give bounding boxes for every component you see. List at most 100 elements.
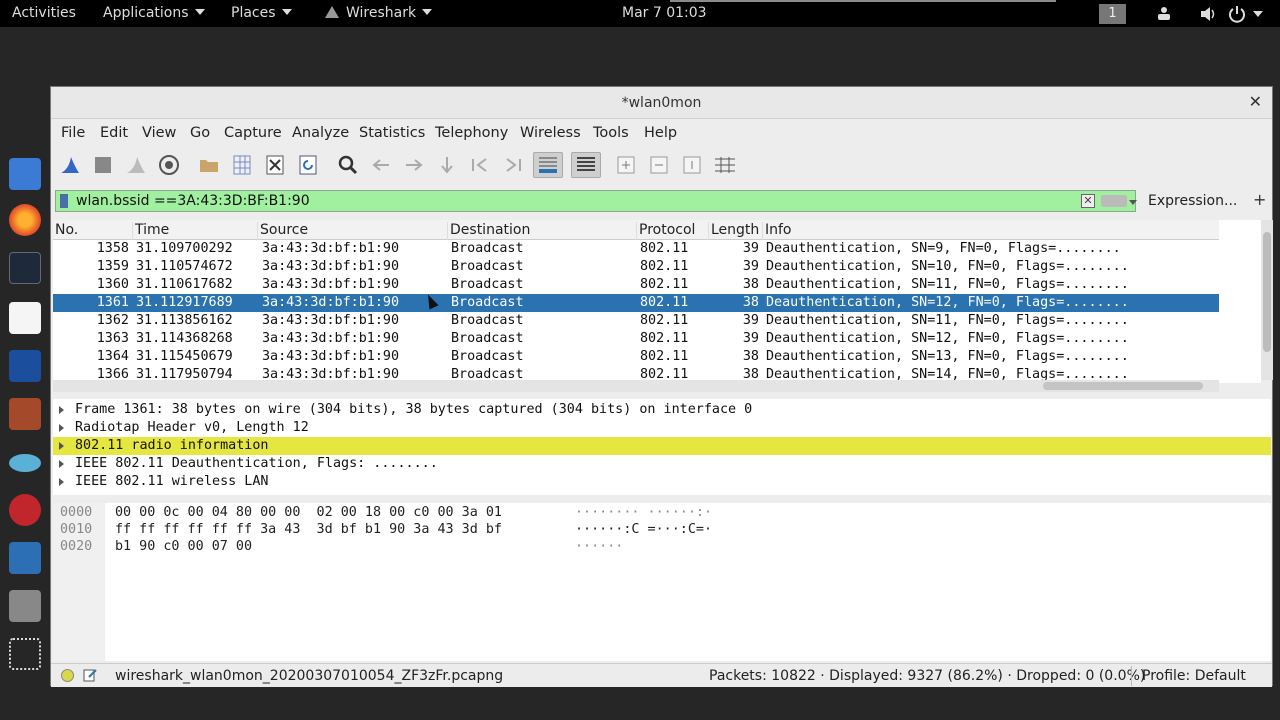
cell-protocol: 802.11 xyxy=(640,349,689,364)
menu-help[interactable]: Help xyxy=(644,125,677,141)
menu-tools[interactable]: Tools xyxy=(593,125,629,141)
go-back-button[interactable] xyxy=(368,152,394,178)
column-length[interactable]: Length xyxy=(709,222,763,240)
column-no[interactable]: No. xyxy=(53,222,133,240)
column-destination[interactable]: Destination xyxy=(448,222,637,240)
reload-button[interactable] xyxy=(295,152,321,178)
colorize-button[interactable] xyxy=(571,152,601,178)
app-grid-icon[interactable] xyxy=(9,638,41,670)
accessibility-icon[interactable] xyxy=(1154,6,1174,22)
capture-comment-icon[interactable] xyxy=(83,668,97,682)
first-packet-button[interactable] xyxy=(467,152,493,178)
burpsuite-icon[interactable] xyxy=(9,398,41,430)
expand-arrow-icon[interactable] xyxy=(59,478,64,486)
text-editor-icon[interactable] xyxy=(9,302,41,334)
resize-columns-button[interactable] xyxy=(712,152,738,178)
title-bar[interactable]: *wlan0mon ✕ xyxy=(51,87,1272,119)
wireshark-icon[interactable] xyxy=(9,542,41,574)
filter-history-chevron-icon[interactable] xyxy=(1128,199,1138,207)
apply-filter-icon[interactable] xyxy=(1101,195,1127,207)
zoom-out-button[interactable] xyxy=(646,152,672,178)
column-source[interactable]: Source xyxy=(258,222,448,240)
places-label: Places xyxy=(231,5,276,21)
places-menu[interactable]: Places xyxy=(231,5,292,21)
scroll-thumb[interactable] xyxy=(1043,382,1203,390)
cell-info: Deauthentication, SN=11, FN=0, Flags=...… xyxy=(766,277,1129,292)
menu-file[interactable]: File xyxy=(61,125,85,141)
table-row[interactable]: 1358 31.109700292 3a:43:3d:bf:b1:90 Broadca… xyxy=(53,240,1219,258)
menu-capture[interactable]: Capture xyxy=(224,125,282,141)
close-button[interactable]: ✕ xyxy=(1249,92,1262,111)
restart-capture-button[interactable] xyxy=(123,152,149,178)
menu-analyze[interactable]: Analyze xyxy=(292,125,349,141)
table-row[interactable]: 1362 31.113856162 3a:43:3d:bf:b1:90 Broadca… xyxy=(53,312,1219,330)
applications-menu[interactable]: Applications xyxy=(103,5,205,21)
save-file-button[interactable] xyxy=(229,152,255,178)
menu-statistics[interactable]: Statistics xyxy=(359,125,425,141)
expression-button[interactable]: Expression... xyxy=(1148,193,1237,209)
stop-capture-button[interactable] xyxy=(90,152,116,178)
column-protocol[interactable]: Protocol xyxy=(637,222,709,240)
app-menu[interactable]: Wireshark xyxy=(324,5,433,21)
last-packet-button[interactable] xyxy=(500,152,526,178)
eye-icon[interactable] xyxy=(9,454,41,472)
start-capture-button[interactable] xyxy=(57,152,83,178)
add-filter-button[interactable]: + xyxy=(1253,190,1266,209)
power-icon[interactable] xyxy=(1228,5,1246,23)
activities-button[interactable]: Activities xyxy=(12,5,76,21)
files-icon[interactable] xyxy=(9,158,41,190)
table-row[interactable]: 1360 31.110617682 3a:43:3d:bf:b1:90 Broadca… xyxy=(53,276,1219,294)
zoom-in-button[interactable] xyxy=(613,152,639,178)
packet-list-vscrollbar[interactable] xyxy=(1261,220,1273,380)
packet-bytes-pane[interactable]: 0000 00 00 0c 00 04 80 00 00 02 00 18 00… xyxy=(53,503,1271,661)
byte-ascii: ······ xyxy=(575,539,624,554)
trash-icon[interactable] xyxy=(9,590,41,622)
expert-info-led-icon[interactable] xyxy=(61,669,74,682)
go-forward-button[interactable] xyxy=(401,152,427,178)
display-filter-input[interactable]: wlan.bssid ==3A:43:3D:BF:B1:90 ✕ xyxy=(55,190,1136,212)
normal-size-button[interactable] xyxy=(679,152,705,178)
open-file-button[interactable] xyxy=(196,152,222,178)
cell-source: 3a:43:3d:bf:b1:90 xyxy=(262,295,400,310)
clock[interactable]: Mar 7 01:03 xyxy=(622,5,707,21)
terminal-icon[interactable] xyxy=(9,252,41,284)
volume-icon[interactable] xyxy=(1199,5,1217,23)
table-row[interactable]: 1363 31.114368268 3a:43:3d:bf:b1:90 Broadca… xyxy=(53,330,1219,348)
table-row[interactable]: 1359 31.110574672 3a:43:3d:bf:b1:90 Broadca… xyxy=(53,258,1219,276)
table-row[interactable]: 1364 31.115450679 3a:43:3d:bf:b1:90 Broadca… xyxy=(53,348,1219,366)
column-info[interactable]: Info xyxy=(763,222,1219,240)
chevron-down-icon[interactable] xyxy=(1253,11,1263,17)
find-packet-button[interactable] xyxy=(335,152,361,178)
tree-item-wlan[interactable]: IEEE 802.11 wireless LAN xyxy=(53,473,1271,491)
cell-info: Deauthentication, SN=10, FN=0, Flags=...… xyxy=(766,259,1129,274)
expand-arrow-icon[interactable] xyxy=(59,460,64,468)
tree-item-frame[interactable]: Frame 1361: 38 bytes on wire (304 bits),… xyxy=(53,401,1271,419)
autoscroll-button[interactable] xyxy=(533,152,563,178)
menu-telephony[interactable]: Telephony xyxy=(435,125,508,141)
workspace-indicator[interactable]: 1 xyxy=(1099,4,1126,24)
profile-label[interactable]: Profile: Default xyxy=(1142,668,1246,684)
expand-arrow-icon[interactable] xyxy=(59,406,64,414)
expand-arrow-icon[interactable] xyxy=(59,442,64,450)
packet-list-hscrollbar[interactable] xyxy=(53,380,1219,392)
scroll-thumb[interactable] xyxy=(1263,232,1271,352)
capture-options-button[interactable] xyxy=(156,152,182,178)
metasploit-icon[interactable] xyxy=(9,350,41,382)
menu-view[interactable]: View xyxy=(142,125,176,141)
close-file-button[interactable] xyxy=(262,152,288,178)
cherrytree-icon[interactable] xyxy=(9,494,41,526)
tree-item-radiotap[interactable]: Radiotap Header v0, Length 12 xyxy=(53,419,1271,437)
menu-wireless[interactable]: Wireless xyxy=(520,125,581,141)
firefox-icon[interactable] xyxy=(9,204,41,236)
table-row[interactable]: 1361 31.112917689 3a:43:3d:bf:b1:90 Broadca… xyxy=(53,294,1219,312)
tree-item-radio-info[interactable]: 802.11 radio information xyxy=(53,437,1271,455)
bookmark-icon[interactable] xyxy=(60,194,68,208)
clear-filter-icon[interactable]: ✕ xyxy=(1081,194,1095,208)
column-time[interactable]: Time xyxy=(133,222,258,240)
tree-item-deauth[interactable]: IEEE 802.11 Deauthentication, Flags: ...… xyxy=(53,455,1271,473)
expand-arrow-icon[interactable] xyxy=(59,424,64,432)
go-to-packet-button[interactable] xyxy=(434,152,460,178)
reload-icon xyxy=(299,155,317,175)
menu-edit[interactable]: Edit xyxy=(100,125,128,141)
menu-go[interactable]: Go xyxy=(190,125,210,141)
